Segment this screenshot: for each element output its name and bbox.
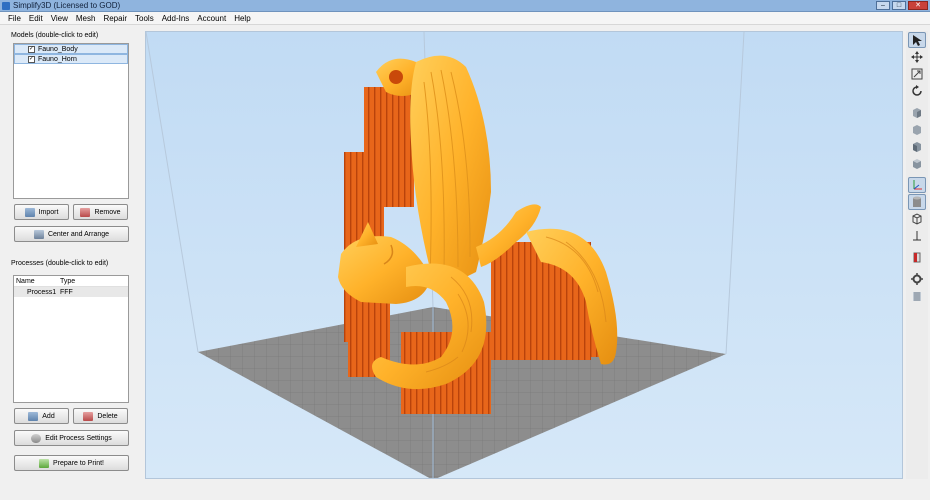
cross-section-icon [913,231,921,241]
view-front-icon [913,125,921,135]
edit-process-settings-label: Edit Process Settings [45,434,112,442]
add-process-button[interactable]: Add [14,408,69,424]
menu-view[interactable]: View [47,14,72,23]
menu-tools[interactable]: Tools [131,14,158,23]
column-header-type[interactable]: Type [60,278,120,285]
scale-tool-button[interactable] [908,66,926,82]
processes-list-header: Name Type [14,276,128,287]
column-header-name[interactable]: Name [14,278,60,285]
view-toolbar [906,31,928,479]
delete-label: Delete [97,412,118,420]
center-arrange-label: Center and Arrange [47,230,110,238]
gear-icon [31,433,42,443]
view-iso-icon [913,108,921,118]
import-label: Import [38,208,59,216]
select-icon [913,35,922,46]
prepare-to-print-button[interactable]: Prepare to Print! [14,455,129,471]
axes-icon [913,180,922,190]
view-side-icon [913,142,921,152]
scale-icon [911,68,923,80]
scene-svg [146,32,745,478]
bottom-strip [0,484,930,500]
close-button[interactable]: ✕ [908,1,928,10]
checkbox-icon[interactable]: ✓ [28,45,35,53]
center-arrange-icon [33,229,44,239]
delete-icon [83,411,94,421]
model-item[interactable]: ✓ Fauno_Horn [14,54,128,64]
menu-file[interactable]: File [4,14,25,23]
model-item[interactable]: ✓ Fauno_Body [14,44,128,54]
rotate-tool-button[interactable] [908,83,926,99]
app-icon [2,2,10,10]
window-controls: – □ ✕ [876,1,928,10]
settings-button[interactable] [908,271,926,287]
solid-view-icon [913,196,921,207]
title-bar: Simplify3D (Licensed to GOD) – □ ✕ [0,0,930,12]
settings-gear-icon [911,273,923,285]
delete-process-button[interactable]: Delete [73,408,128,424]
processes-section-label: Processes (double-click to edit) [11,260,109,267]
left-panel: Models (double-click to edit) ✓ Fauno_Bo… [0,26,140,500]
import-icon [24,207,35,217]
center-arrange-button[interactable]: Center and Arrange [14,226,129,242]
process-name: Process1 [27,288,57,296]
menu-help[interactable]: Help [230,14,254,23]
simplify3d-window: Simplify3D (Licensed to GOD) – □ ✕ File … [0,0,930,500]
wireframe-icon [912,213,922,225]
layer-view-icon [913,292,921,301]
menu-mesh[interactable]: Mesh [72,14,100,23]
layer-view-button[interactable] [908,288,926,304]
rotate-icon [912,85,922,96]
models-section-label: Models (double-click to edit) [11,32,99,39]
view-iso-button[interactable] [908,105,926,121]
menu-bar: File Edit View Mesh Repair Tools Add-Ins… [0,12,930,25]
add-icon [28,411,39,421]
view-top-button[interactable] [908,156,926,172]
model-name: Fauno_Horn [38,55,77,63]
move-tool-button[interactable] [908,49,926,65]
remove-button[interactable]: Remove [73,204,128,220]
3d-viewport[interactable] [145,31,903,479]
view-front-button[interactable] [908,122,926,138]
menu-add-ins[interactable]: Add-Ins [158,14,194,23]
processes-list[interactable]: Name Type Process1 FFF [13,275,129,403]
solid-view-button[interactable] [908,194,926,210]
menu-edit[interactable]: Edit [25,14,47,23]
select-tool-button[interactable] [908,32,926,48]
remove-icon [80,207,91,217]
process-type: FFF [60,288,73,296]
minimize-button[interactable]: – [876,1,890,10]
menu-repair[interactable]: Repair [99,14,131,23]
remove-label: Remove [94,208,121,216]
view-side-button[interactable] [908,139,926,155]
cross-section-button[interactable] [908,228,926,244]
support-tool-button[interactable] [908,249,926,265]
add-label: Add [42,412,55,420]
window-title: Simplify3D (Licensed to GOD) [13,1,121,10]
process-row[interactable]: Process1 FFF [14,287,128,297]
wireframe-view-button[interactable] [908,211,926,227]
support-icon [913,252,921,263]
prepare-to-print-label: Prepare to Print! [53,459,104,467]
axes-toggle-button[interactable] [908,177,926,193]
models-list[interactable]: ✓ Fauno_Body ✓ Fauno_Horn [13,43,129,199]
maximize-button[interactable]: □ [892,1,906,10]
prepare-print-icon [39,458,50,468]
model-name: Fauno_Body [38,45,78,53]
import-button[interactable]: Import [14,204,69,220]
view-top-icon [913,159,921,169]
menu-account[interactable]: Account [193,14,230,23]
edit-process-settings-button[interactable]: Edit Process Settings [14,430,129,446]
checkbox-icon[interactable]: ✓ [28,55,35,63]
move-icon [911,51,923,63]
